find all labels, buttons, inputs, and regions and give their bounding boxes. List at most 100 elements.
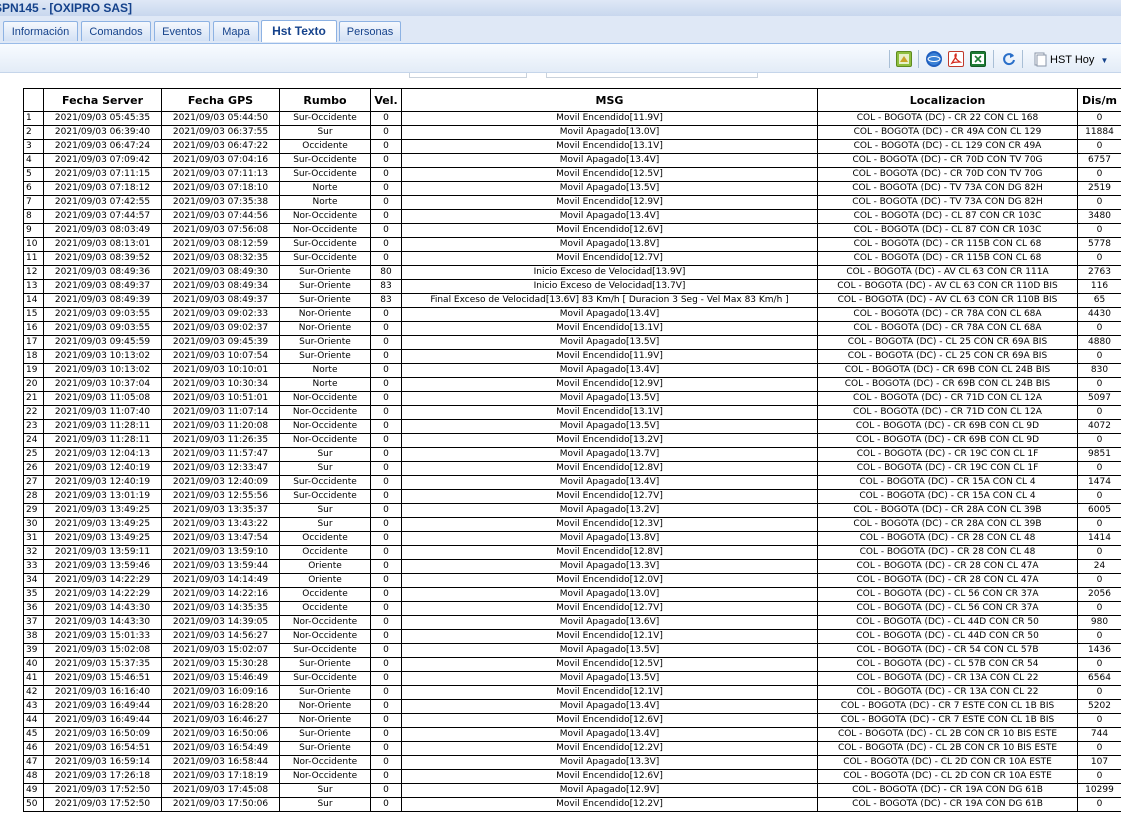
table-row[interactable]: 19 2021/09/03 10:13:02 2021/09/03 10:10:01… (23, 363, 1121, 378)
table-row[interactable]: 49 2021/09/03 17:52:50 2021/09/03 17:45:08… (23, 783, 1121, 798)
table-row[interactable]: 37 2021/09/03 14:43:30 2021/09/03 14:39:05… (23, 615, 1121, 630)
table-row[interactable]: 44 2021/09/03 16:49:44 2021/09/03 16:46:27… (23, 713, 1121, 728)
cell-msg: Movil Encendido[12.9V] (401, 377, 818, 392)
tab-eventos[interactable]: Eventos (154, 21, 210, 41)
tab-hst-texto[interactable]: Hst Texto (261, 20, 337, 42)
table-row[interactable]: 39 2021/09/03 15:02:08 2021/09/03 15:02:07… (23, 643, 1121, 658)
table-row[interactable]: 21 2021/09/03 11:05:08 2021/09/03 10:51:01… (23, 391, 1121, 406)
cell-distancia: 0 (1077, 139, 1121, 154)
table-row[interactable]: 40 2021/09/03 15:37:35 2021/09/03 15:30:28… (23, 657, 1121, 672)
pdf-icon[interactable] (948, 51, 964, 67)
table-row[interactable]: 35 2021/09/03 14:22:29 2021/09/03 14:22:16… (23, 587, 1121, 602)
filter-field[interactable] (546, 73, 758, 78)
cell-localizacion: COL - BOGOTA (DC) - CR 19C CON CL 1F (817, 447, 1078, 462)
table-row[interactable]: 43 2021/09/03 16:49:44 2021/09/03 16:28:20… (23, 699, 1121, 714)
table-row[interactable]: 38 2021/09/03 15:01:33 2021/09/03 14:56:27… (23, 629, 1121, 644)
cell-localizacion: COL - BOGOTA (DC) - AV CL 63 CON CR 110D… (817, 279, 1078, 294)
globe-icon[interactable] (926, 51, 942, 67)
cell-row-number: 21 (23, 391, 44, 406)
table-row[interactable]: 13 2021/09/03 08:49:37 2021/09/03 08:49:34… (23, 279, 1121, 294)
cell-msg: Movil Encendido[13.1V] (401, 321, 818, 336)
table-row[interactable]: 7 2021/09/03 07:42:55 2021/09/03 07:35:38 N… (23, 195, 1121, 210)
cell-rumbo: Sur-Oriente (279, 727, 371, 742)
table-row[interactable]: 5 2021/09/03 07:11:15 2021/09/03 07:11:13 S… (23, 167, 1121, 182)
table-row[interactable]: 3 2021/09/03 06:47:24 2021/09/03 06:47:22 O… (23, 139, 1121, 154)
excel-icon[interactable] (970, 51, 986, 67)
table-row[interactable]: 11 2021/09/03 08:39:52 2021/09/03 08:32:35… (23, 251, 1121, 266)
cell-fecha-server: 2021/09/03 11:05:08 (43, 391, 162, 406)
cell-fecha-gps: 2021/09/03 10:51:01 (161, 391, 280, 406)
table-row[interactable]: 50 2021/09/03 17:52:50 2021/09/03 17:50:06… (23, 797, 1121, 812)
table-row[interactable]: 48 2021/09/03 17:26:18 2021/09/03 17:18:19… (23, 769, 1121, 784)
history-table: Fecha Server Fecha GPS Rumbo Vel. MSG Localiz… (23, 88, 1121, 812)
column-header-fecha-server[interactable]: Fecha Server (43, 88, 162, 112)
table-row[interactable]: 24 2021/09/03 11:28:11 2021/09/03 11:26:35… (23, 433, 1121, 448)
column-header-msg[interactable]: MSG (401, 88, 818, 112)
table-row[interactable]: 47 2021/09/03 16:59:14 2021/09/03 16:58:44… (23, 755, 1121, 770)
tab-personas[interactable]: Personas (339, 21, 401, 41)
table-row[interactable]: 22 2021/09/03 11:07:40 2021/09/03 11:07:14… (23, 405, 1121, 420)
table-row[interactable]: 10 2021/09/03 08:13:01 2021/09/03 08:12:59… (23, 237, 1121, 252)
table-row[interactable]: 31 2021/09/03 13:49:25 2021/09/03 13:47:54… (23, 531, 1121, 546)
table-row[interactable]: 23 2021/09/03 11:28:11 2021/09/03 11:20:08… (23, 419, 1121, 434)
cell-msg: Movil Encendido[12.5V] (401, 167, 818, 182)
column-header-fecha-gps[interactable]: Fecha GPS (161, 88, 280, 112)
column-header-rumbo[interactable]: Rumbo (279, 88, 371, 112)
table-row[interactable]: 12 2021/09/03 08:49:36 2021/09/03 08:49:30… (23, 265, 1121, 280)
tab-comandos[interactable]: Comandos (81, 21, 151, 41)
table-row[interactable]: 42 2021/09/03 16:16:40 2021/09/03 16:09:16… (23, 685, 1121, 700)
table-row[interactable]: 27 2021/09/03 12:40:19 2021/09/03 12:40:09… (23, 475, 1121, 490)
cell-fecha-server: 2021/09/03 07:11:15 (43, 167, 162, 182)
hst-hoy-menu[interactable]: HST Hoy ▼ (1050, 52, 1108, 68)
table-row[interactable]: 34 2021/09/03 14:22:29 2021/09/03 14:14:49… (23, 573, 1121, 588)
cell-msg: Movil Encendido[12.9V] (401, 195, 818, 210)
document-icon (1032, 51, 1048, 67)
table-row[interactable]: 18 2021/09/03 10:13:02 2021/09/03 10:07:54… (23, 349, 1121, 364)
cell-row-number: 3 (23, 139, 44, 154)
column-header-localizacion[interactable]: Localizacion (817, 88, 1078, 112)
table-row[interactable]: 46 2021/09/03 16:54:51 2021/09/03 16:54:49… (23, 741, 1121, 756)
table-row[interactable]: 45 2021/09/03 16:50:09 2021/09/03 16:50:06… (23, 727, 1121, 742)
column-header-row-number[interactable] (23, 88, 44, 112)
table-row[interactable]: 41 2021/09/03 15:46:51 2021/09/03 15:46:49… (23, 671, 1121, 686)
tab-mapa[interactable]: Mapa (213, 21, 259, 41)
table-row[interactable]: 4 2021/09/03 07:09:42 2021/09/03 07:04:16 S… (23, 153, 1121, 168)
table-row[interactable]: 16 2021/09/03 09:03:55 2021/09/03 09:02:37… (23, 321, 1121, 336)
table-row[interactable]: 17 2021/09/03 09:45:59 2021/09/03 09:45:39… (23, 335, 1121, 350)
cell-fecha-gps: 2021/09/03 07:35:38 (161, 195, 280, 210)
table-row[interactable]: 33 2021/09/03 13:59:46 2021/09/03 13:59:44… (23, 559, 1121, 574)
refresh-icon[interactable] (1001, 51, 1017, 67)
cell-velocidad: 83 (370, 279, 402, 294)
column-header-distancia[interactable]: Dis/m (1077, 88, 1121, 112)
cell-localizacion: COL - BOGOTA (DC) - CL 25 CON CR 69A BIS (817, 335, 1078, 350)
table-row[interactable]: 20 2021/09/03 10:37:04 2021/09/03 10:30:34… (23, 377, 1121, 392)
table-row[interactable]: 8 2021/09/03 07:44:57 2021/09/03 07:44:56 N… (23, 209, 1121, 224)
table-row[interactable]: 32 2021/09/03 13:59:11 2021/09/03 13:59:10… (23, 545, 1121, 560)
cell-row-number: 24 (23, 433, 44, 448)
table-row[interactable]: 28 2021/09/03 13:01:19 2021/09/03 12:55:56… (23, 489, 1121, 504)
cell-velocidad: 0 (370, 671, 402, 686)
map-export-icon[interactable] (896, 51, 912, 67)
table-row[interactable]: 14 2021/09/03 08:49:39 2021/09/03 08:49:37… (23, 293, 1121, 308)
cell-row-number: 29 (23, 503, 44, 518)
cell-fecha-gps: 2021/09/03 10:07:54 (161, 349, 280, 364)
table-row[interactable]: 6 2021/09/03 07:18:12 2021/09/03 07:18:10 N… (23, 181, 1121, 196)
filter-field[interactable] (409, 73, 527, 78)
table-row[interactable]: 36 2021/09/03 14:43:30 2021/09/03 14:35:35… (23, 601, 1121, 616)
column-header-velocidad[interactable]: Vel. (370, 88, 402, 112)
table-row[interactable]: 25 2021/09/03 12:04:13 2021/09/03 11:57:47… (23, 447, 1121, 462)
table-row[interactable]: 2 2021/09/03 06:39:40 2021/09/03 06:37:55 S… (23, 125, 1121, 140)
table-row[interactable]: 26 2021/09/03 12:40:19 2021/09/03 12:33:47… (23, 461, 1121, 476)
table-row[interactable]: 9 2021/09/03 08:03:49 2021/09/03 07:56:08 N… (23, 223, 1121, 238)
table-row[interactable]: 15 2021/09/03 09:03:55 2021/09/03 09:02:33… (23, 307, 1121, 322)
hst-hoy-label: HST Hoy (1050, 54, 1095, 66)
table-row[interactable]: 29 2021/09/03 13:49:25 2021/09/03 13:35:37… (23, 503, 1121, 518)
cell-velocidad: 0 (370, 153, 402, 168)
cell-velocidad: 0 (370, 223, 402, 238)
table-row[interactable]: 1 2021/09/03 05:45:35 2021/09/03 05:44:50 S… (23, 111, 1121, 126)
cell-localizacion: COL - BOGOTA (DC) - CR 115B CON CL 68 (817, 237, 1078, 252)
tab-informacion[interactable]: Información (3, 21, 78, 41)
cell-velocidad: 0 (370, 335, 402, 350)
table-row[interactable]: 30 2021/09/03 13:49:25 2021/09/03 13:43:22… (23, 517, 1121, 532)
cell-localizacion: COL - BOGOTA (DC) - CR 7 ESTE CON CL 1B … (817, 699, 1078, 714)
